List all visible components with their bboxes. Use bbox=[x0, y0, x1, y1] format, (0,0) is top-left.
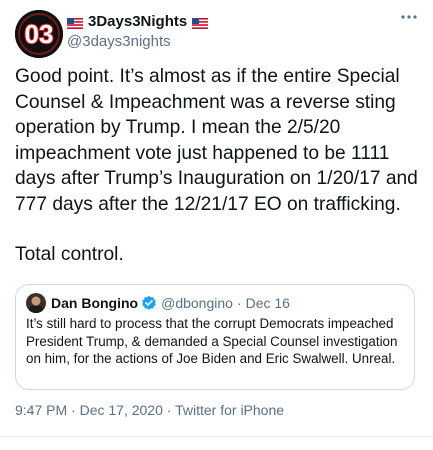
quoted-tweet-date[interactable]: Dec 16 bbox=[246, 295, 290, 311]
tweet-date[interactable]: Dec 17, 2020 bbox=[80, 402, 163, 418]
author-handle[interactable]: @3days3nights bbox=[67, 33, 208, 50]
tweet-source[interactable]: Twitter for iPhone bbox=[175, 402, 284, 418]
us-flag-icon bbox=[67, 16, 83, 29]
verified-badge-icon bbox=[141, 295, 157, 311]
meta-separator: · bbox=[71, 402, 76, 418]
tweet-paragraph: Good point. It’s almost as if the entire… bbox=[15, 66, 418, 215]
quoted-tweet-text: It’s still hard to process that the corr… bbox=[26, 316, 398, 366]
meta-separator: · bbox=[166, 402, 172, 418]
quoted-author-handle[interactable]: @dbongino bbox=[161, 295, 233, 311]
quoted-tweet-header: Dan Bongino @dbongino · Dec 16 bbox=[26, 293, 290, 313]
divider bbox=[0, 436, 433, 437]
tweet-text: Good point. It’s almost as if the entire… bbox=[15, 64, 425, 268]
us-flag-icon bbox=[192, 16, 209, 29]
more-horizontal-icon[interactable] bbox=[399, 10, 419, 24]
author-display-name[interactable]: 3Days3Nights bbox=[88, 13, 187, 30]
quoted-author-name[interactable]: Dan Bongino bbox=[51, 295, 138, 311]
tweet-time[interactable]: 9:47 PM bbox=[15, 402, 67, 418]
quoted-tweet[interactable]: Dan Bongino @dbongino · Dec 16 It’s stil… bbox=[15, 284, 415, 390]
meta-separator: · bbox=[236, 295, 242, 311]
tweet-footer: 9:47 PM · Dec 17, 2020 · Twitter for iPh… bbox=[15, 402, 284, 418]
author-name-row[interactable]: 3Days3Nights bbox=[67, 12, 209, 30]
avatar-logo-text: 03 bbox=[25, 19, 54, 49]
author-avatar[interactable]: 03 bbox=[15, 10, 63, 58]
quoted-author-avatar[interactable] bbox=[26, 293, 46, 313]
tweet-card: 03 3Days3Nights @3days3nights Good point… bbox=[0, 0, 433, 450]
tweet-paragraph: Total control. bbox=[15, 244, 124, 265]
author-block: 3Days3Nights @3days3nights bbox=[67, 12, 209, 50]
